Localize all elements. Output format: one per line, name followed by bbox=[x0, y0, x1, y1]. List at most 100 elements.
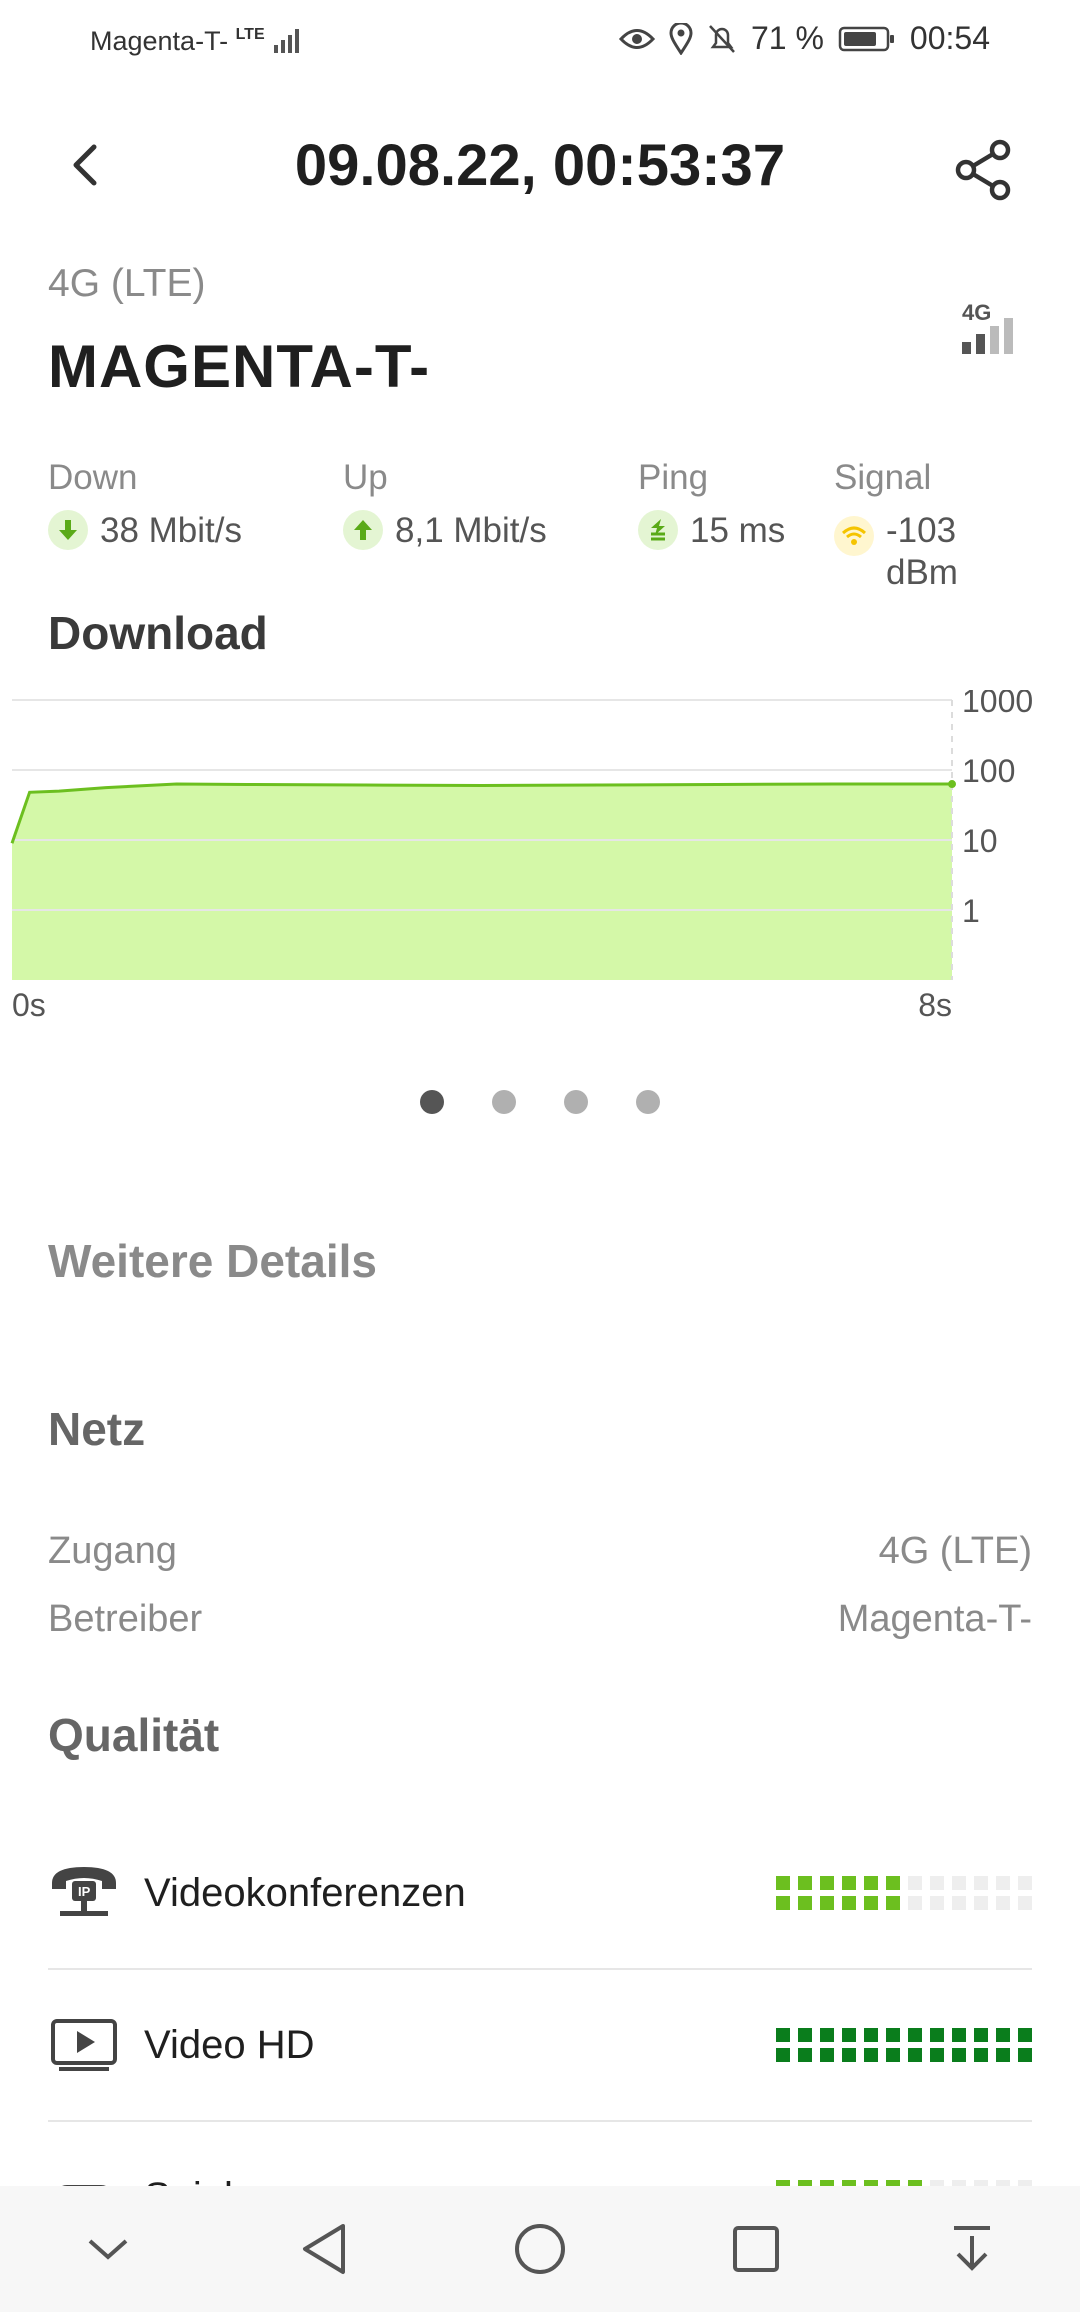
quality-bar-segment bbox=[974, 2028, 988, 2042]
battery-icon bbox=[838, 26, 894, 51]
nav-back-button[interactable] bbox=[274, 2199, 374, 2299]
detail-row-operator: Betreiber Magenta-T- bbox=[48, 1598, 1032, 1641]
metric-down-label: Down bbox=[48, 458, 138, 497]
quality-bar-segment bbox=[842, 1896, 856, 1910]
network-4g-icon: 4G bbox=[960, 298, 1024, 356]
quality-bar-segment bbox=[930, 2028, 944, 2042]
quality-bar-segment bbox=[908, 2028, 922, 2042]
chart-y-tick-label: 10 bbox=[962, 823, 998, 859]
metric-signal-label: Signal bbox=[834, 458, 932, 497]
quality-bar bbox=[776, 1876, 1032, 1910]
pager-dot[interactable] bbox=[420, 1090, 444, 1114]
metric-ping: Ping 15 ms bbox=[638, 458, 785, 552]
page-title: 09.08.22, 00:53:37 bbox=[294, 133, 786, 198]
quality-bar-segment bbox=[908, 2048, 922, 2062]
quality-bar-segment bbox=[842, 2028, 856, 2042]
quality-bar-segment bbox=[996, 2028, 1010, 2042]
chart-y-tick-label: 1000 bbox=[962, 690, 1033, 719]
chart-y-tick-label: 100 bbox=[962, 753, 1015, 789]
quality-bar-segment bbox=[776, 2048, 790, 2062]
pager-dot[interactable] bbox=[492, 1090, 516, 1114]
battery-percent: 71 % bbox=[750, 20, 824, 56]
metric-down-value: 38 Mbit/s bbox=[100, 511, 242, 550]
quality-bar-segment bbox=[776, 1896, 790, 1910]
quality-bar-segment bbox=[820, 1876, 834, 1890]
back-triangle-icon bbox=[303, 2224, 345, 2274]
chart-x-tick-label: 8s bbox=[918, 987, 952, 1023]
status-bar: Magenta-T- LTE 71 % 00:54 bbox=[0, 0, 1080, 82]
quality-row-videoconference[interactable]: IP Videokonferenzen bbox=[48, 1818, 1032, 1970]
quality-bar-segment bbox=[864, 1876, 878, 1890]
share-button[interactable] bbox=[944, 130, 1024, 210]
location-icon bbox=[669, 22, 693, 55]
quality-bar-segment bbox=[820, 2048, 834, 2062]
metric-ping-value: 15 ms bbox=[690, 511, 786, 550]
quality-bar-segment bbox=[842, 1876, 856, 1890]
pager-dot[interactable] bbox=[636, 1090, 660, 1114]
quality-bar-segment bbox=[886, 2028, 900, 2042]
collapse-icon bbox=[88, 2239, 128, 2260]
quality-title: Qualität bbox=[48, 1709, 220, 1761]
quality-bar-segment bbox=[974, 2048, 988, 2062]
chart-area-fill bbox=[12, 784, 952, 980]
carrier-name: Magenta-T- bbox=[90, 26, 229, 56]
quality-bar-segment bbox=[930, 1876, 944, 1890]
nav-notification-button[interactable] bbox=[922, 2199, 1022, 2299]
quality-bar bbox=[776, 2028, 1032, 2062]
quality-bar-segment bbox=[1018, 2048, 1032, 2062]
metric-up-value: 8,1 Mbit/s bbox=[395, 511, 547, 550]
quality-bar-segment bbox=[996, 2048, 1010, 2062]
quality-label: Videokonferenzen bbox=[144, 1870, 466, 1915]
quality-bar-segment bbox=[864, 2048, 878, 2062]
quality-bar-segment bbox=[952, 1896, 966, 1910]
status-time: 00:54 bbox=[909, 20, 990, 56]
detail-key: Betreiber bbox=[48, 1598, 203, 1640]
cell-signal-icon bbox=[274, 29, 300, 53]
quality-bar-segment bbox=[886, 1876, 900, 1890]
pager-dot[interactable] bbox=[564, 1090, 588, 1114]
quality-bar-segment bbox=[842, 2048, 856, 2062]
lte-badge: LTE bbox=[235, 26, 265, 43]
chart-end-point bbox=[948, 780, 956, 789]
status-carrier: Magenta-T- LTE bbox=[90, 26, 302, 57]
quality-row-video-hd[interactable]: Video HD bbox=[48, 1970, 1032, 2122]
quality-bar-segment bbox=[798, 1876, 812, 1890]
nav-collapse-button[interactable] bbox=[58, 2199, 158, 2299]
quality-bar-segment bbox=[1018, 1876, 1032, 1890]
details-title: Weitere Details bbox=[48, 1235, 377, 1287]
quality-bar-segment bbox=[798, 2028, 812, 2042]
video-play-icon bbox=[48, 2013, 120, 2077]
detail-row-access: Zugang 4G (LTE) bbox=[48, 1530, 1032, 1573]
quality-bar-segment bbox=[864, 1896, 878, 1910]
quality-bar-segment bbox=[798, 1896, 812, 1910]
arrow-down-icon bbox=[48, 510, 88, 550]
video-conference-phone-icon: IP bbox=[48, 1861, 120, 1925]
eye-icon bbox=[618, 28, 655, 49]
quality-bar-segment bbox=[952, 2028, 966, 2042]
quality-bar-segment bbox=[886, 2048, 900, 2062]
chart-y-tick-label: 1 bbox=[962, 893, 980, 929]
ping-icon bbox=[638, 510, 678, 550]
quality-bar-segment bbox=[974, 1896, 988, 1910]
quality-bar-segment bbox=[908, 1876, 922, 1890]
wifi-signal-icon bbox=[834, 516, 874, 556]
metric-up-label: Up bbox=[343, 458, 388, 497]
quality-bar-segment bbox=[886, 1896, 900, 1910]
quality-bar-segment bbox=[952, 1876, 966, 1890]
quality-bar-segment bbox=[930, 2048, 944, 2062]
quality-bar-segment bbox=[776, 1876, 790, 1890]
share-icon bbox=[955, 139, 1011, 201]
nav-home-button[interactable] bbox=[490, 2199, 590, 2299]
quality-bar-segment bbox=[930, 1896, 944, 1910]
pager-dots bbox=[0, 1090, 1080, 1114]
nav-recents-button[interactable] bbox=[706, 2199, 806, 2299]
svg-text:IP: IP bbox=[78, 1884, 91, 1899]
network-badge-text: 4G bbox=[962, 300, 991, 325]
quality-bar-segment bbox=[996, 1876, 1010, 1890]
metric-signal-value-line1: -103 bbox=[886, 511, 957, 550]
status-right: 71 % 00:54 bbox=[618, 20, 990, 57]
arrow-up-icon bbox=[343, 510, 383, 550]
notification-pull-icon bbox=[954, 2226, 990, 2271]
quality-bar-segment bbox=[1018, 2028, 1032, 2042]
quality-bar-segment bbox=[776, 2028, 790, 2042]
